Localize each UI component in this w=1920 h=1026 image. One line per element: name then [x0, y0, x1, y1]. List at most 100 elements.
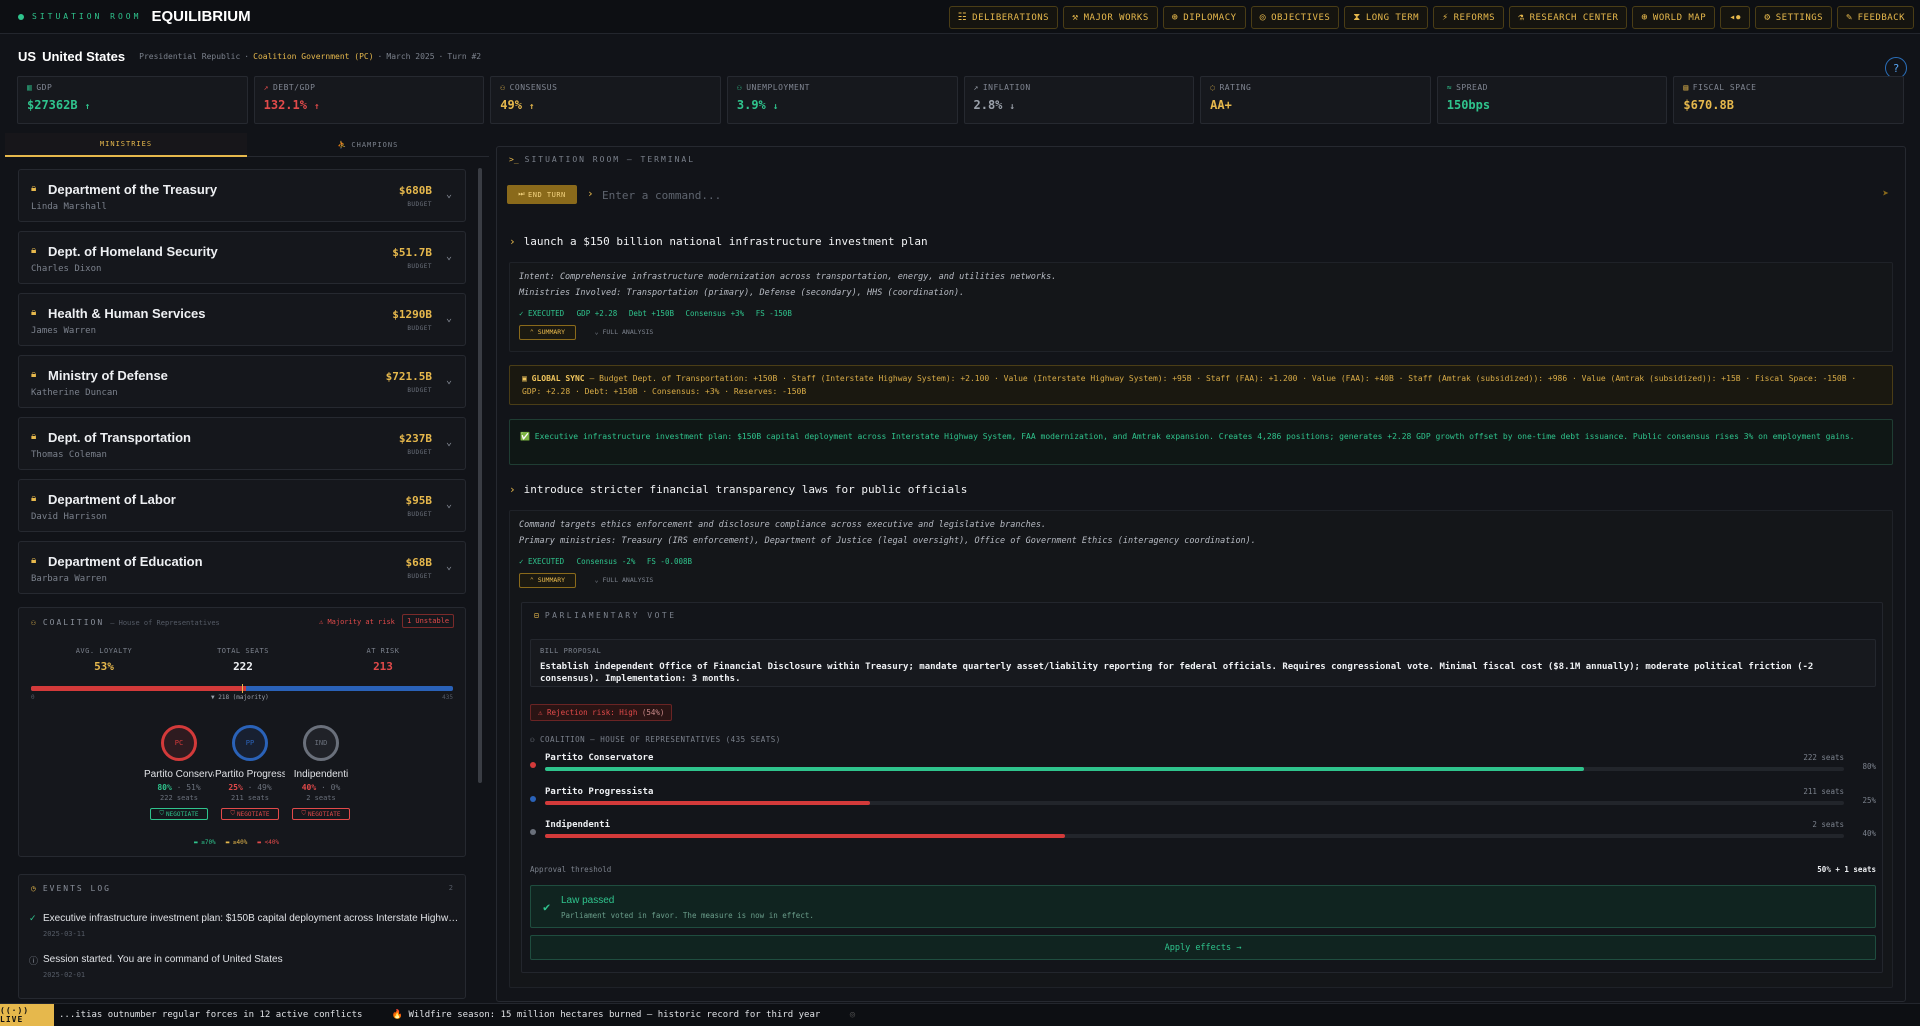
execution-status: ✓ EXECUTED Consensus -2% FS -0.008B: [519, 557, 1892, 566]
ministry-budget: $237B: [398, 432, 432, 445]
vote-party-row: Partito Conservatore 222 seats 80%: [530, 753, 1876, 777]
response-actions: ⌃ SUMMARY ⌄ FULL ANALYSIS: [510, 324, 1892, 340]
ministry-card[interactable]: 🔒︎ Dept. of Homeland Security Charles Dixo…: [18, 231, 466, 284]
tab-ministries[interactable]: MINISTRIES: [5, 133, 247, 157]
chevron-down-icon[interactable]: ⌄: [446, 251, 452, 262]
nav-icon: ⧗: [1353, 12, 1361, 23]
apply-effects-button[interactable]: Apply effects →: [530, 935, 1876, 960]
party-dot: [530, 796, 536, 802]
full-analysis-button[interactable]: ⌄ FULL ANALYSIS: [595, 328, 654, 336]
rejection-risk-text: ⚠ Rejection risk: High: [538, 708, 638, 717]
metric-fiscal-space[interactable]: ▤ FISCAL SPACE $670.8B: [1673, 76, 1904, 124]
negotiate-button[interactable]: ⛉ NEGOTIATE: [292, 808, 350, 820]
nav-button-settings[interactable]: ⚙ SETTINGS: [1755, 6, 1833, 29]
stat-value: 53%: [94, 660, 114, 673]
ticker-item: 🔥 Wildfire season: 15 million hectares b…: [391, 1010, 821, 1020]
negotiate-button[interactable]: ⛉ NEGOTIATE: [150, 808, 208, 820]
vote-fill: [545, 767, 1585, 771]
ministry-card[interactable]: 🔒︎ Health & Human Services James Warren $12…: [18, 293, 466, 346]
country-government: Coalition Government (PC): [253, 52, 374, 61]
effect: Debt +150B: [628, 309, 674, 318]
command-text-content: introduce stricter financial transparenc…: [523, 483, 968, 496]
negotiate-label: NEGOTIATE: [166, 810, 199, 818]
effect: Consensus +3%: [685, 309, 745, 318]
send-icon[interactable]: ➤: [1882, 187, 1889, 200]
metric-consensus[interactable]: ⚇ CONSENSUS 49% ↑: [490, 76, 721, 124]
execution-status: ✓ EXECUTED GDP +2.28 Debt +150B Consensu…: [519, 309, 1892, 318]
nav-button-long-term[interactable]: ⧗ LONG TERM: [1344, 6, 1429, 29]
nav-button-world-map[interactable]: ⊕ WORLD MAP: [1632, 6, 1716, 29]
metric-icon: ◌: [1210, 83, 1216, 92]
nav-button-reforms[interactable]: ⚡ REFORMS: [1433, 6, 1505, 29]
vote-party-pct: 40%: [1862, 829, 1876, 838]
seat-bar-min: 0: [31, 694, 35, 701]
ministry-card[interactable]: 🔒︎ Department of the Treasury Linda Marsha…: [18, 169, 466, 222]
chevron-down-icon[interactable]: ⌄: [446, 189, 452, 200]
event-text: ✓ Executive infrastructure investment pla…: [29, 913, 459, 924]
majority-risk-text: Majority at risk: [327, 618, 395, 626]
nav-button-research-center[interactable]: ⚗ RESEARCH CENTER: [1509, 6, 1628, 29]
ministry-card[interactable]: 🔒︎ Dept. of Transportation Thomas Coleman $…: [18, 417, 466, 470]
metric-spread[interactable]: ≈ SPREAD 150bps: [1436, 76, 1668, 124]
party-loyalty: 80% · 51%: [144, 783, 214, 792]
metric-inflation[interactable]: ↗ INFLATION 2.8% ↓: [963, 76, 1195, 124]
metric-gdp[interactable]: ▥ GDP $27362B ↑: [17, 76, 248, 124]
negotiate-button[interactable]: ⛉ NEGOTIATE: [221, 808, 279, 820]
nav-button-deliberations[interactable]: ☷ DELIBERATIONS: [948, 6, 1059, 29]
summary-button[interactable]: ⌃ SUMMARY: [519, 325, 576, 340]
news-ticker: ((·)) LIVE ...itias outnumber regular fo…: [0, 1003, 1920, 1026]
sync-label: ▣ GLOBAL SYNC: [522, 374, 585, 383]
ministry-budget: $51.7B: [392, 246, 432, 259]
full-analysis-button[interactable]: ⌄ FULL ANALYSIS: [595, 576, 654, 584]
vote-party-pct: 25%: [1862, 796, 1876, 805]
command-input[interactable]: [602, 185, 1802, 205]
skip-icon: ⏭: [518, 190, 526, 198]
chevron-down-icon[interactable]: ⌄: [446, 437, 452, 448]
metric-unemployment[interactable]: ⚇ UNEMPLOYMENT 3.9% ↓: [726, 76, 958, 124]
metric-value-text: $670.8B: [1683, 98, 1734, 112]
metric-debt-gdp[interactable]: ↗ DEBT/GDP 132.1% ↑: [253, 76, 485, 124]
nav-label: WORLD MAP: [1652, 12, 1707, 23]
chevron-down-icon[interactable]: ⌄: [446, 313, 452, 324]
party-seats: 222 seats: [160, 794, 198, 802]
chevron-down-icon[interactable]: ⌄: [446, 375, 452, 386]
command-text: › launch a $150 billion national infrastr…: [509, 235, 928, 248]
end-turn-button[interactable]: ⏭ END TURN: [507, 185, 577, 204]
terminal-header: >_ SITUATION ROOM — TERMINAL: [509, 155, 695, 164]
sync-text: — Budget Dept. of Transportation: +150B …: [522, 374, 1857, 396]
chevron-down-icon[interactable]: ⌄: [446, 561, 452, 572]
nav-button-major-works[interactable]: ⚒ MAJOR WORKS: [1063, 6, 1158, 29]
ministry-title: Dept. of Transportation: [48, 430, 191, 445]
tab-label: CHAMPIONS: [351, 140, 399, 149]
prompt-icon: ›: [587, 187, 594, 200]
ministry-card[interactable]: 🔒︎ Ministry of Defense Katherine Duncan $72…: [18, 355, 466, 408]
metric-rating[interactable]: ◌ RATING AA+: [1200, 76, 1431, 124]
nav-button-objectives[interactable]: ◎ OBJECTIVES: [1250, 6, 1340, 29]
left-scrollbar[interactable]: [478, 168, 482, 783]
metric-value: $670.8B: [1683, 98, 1894, 112]
metric-label-text: GDP: [36, 83, 53, 92]
bill-label: BILL PROPOSAL: [540, 647, 602, 655]
left-tabs: MINISTRIES ⛹ CHAMPIONS: [5, 133, 489, 157]
command-text: › introduce stricter financial transparen…: [509, 483, 967, 496]
nav-button-feedback[interactable]: ✎ FEEDBACK: [1837, 6, 1914, 29]
ministry-card[interactable]: 🔒︎ Department of Labor David Harrison $95B B…: [18, 479, 466, 532]
vote-track: [545, 801, 1844, 805]
seat-bar: [31, 684, 453, 693]
ministry-title: Department of Labor: [48, 492, 176, 507]
events-title: EVENTS LOG: [42, 884, 111, 893]
chevron-right-icon: ›: [509, 483, 516, 496]
event-item[interactable]: ⓘ Session started. You are in command of …: [29, 954, 459, 979]
party-loyalty: 25% · 49%: [215, 783, 285, 792]
nav-label: RESEARCH CENTER: [1529, 12, 1619, 23]
ministry-budget: $1290B: [392, 308, 432, 321]
chevron-down-icon[interactable]: ⌄: [446, 499, 452, 510]
ministry-card[interactable]: 🔒︎ Department of Education Barbara Warren $…: [18, 541, 466, 594]
summary-button[interactable]: ⌃ SUMMARY: [519, 573, 576, 588]
nav-button-sound[interactable]: ◂⦁: [1720, 6, 1751, 29]
tab-champions[interactable]: ⛹ CHAMPIONS: [247, 133, 489, 157]
law-passed-subtitle: Parliament voted in favor. The measure i…: [561, 911, 814, 920]
event-item[interactable]: ✓ Executive infrastructure investment pla…: [29, 913, 459, 938]
stat-label: AVG. LOYALTY: [75, 647, 133, 655]
nav-button-diplomacy[interactable]: ⊕ DIPLOMACY: [1162, 6, 1246, 29]
